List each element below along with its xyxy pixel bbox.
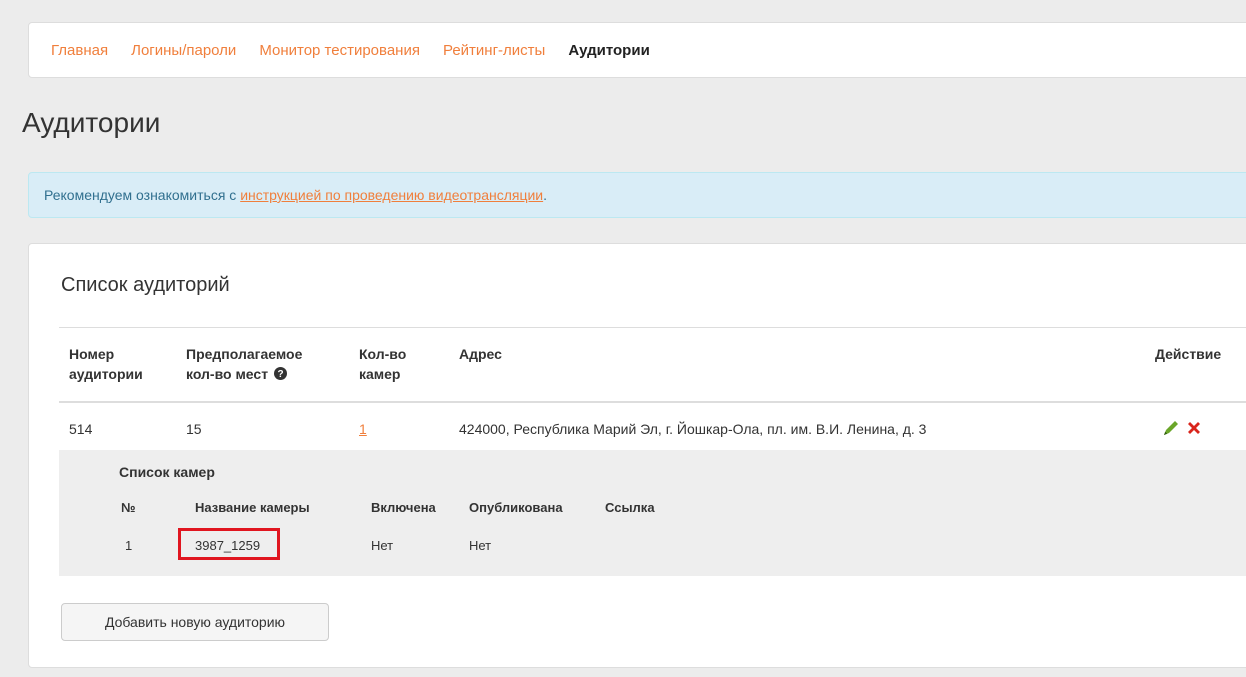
nav-item-logins[interactable]: Логины/пароли	[131, 42, 236, 59]
cameras-count-link[interactable]: 1	[359, 421, 367, 437]
page-title: Аудитории	[22, 107, 161, 138]
cell-room-number: 514	[69, 421, 93, 437]
table-header-divider	[59, 401, 1246, 403]
camera-column-published: Опубликована	[469, 500, 563, 515]
info-alert: Рекомендуем ознакомиться с инструкцией п…	[28, 172, 1246, 218]
camera-cell-number: 1	[125, 538, 133, 553]
column-header-seats: Предполагаемое кол-во мест ?	[186, 346, 303, 382]
cell-seats: 15	[186, 421, 202, 437]
pencil-icon[interactable]	[1161, 418, 1181, 438]
top-nav: Главная Логины/пароли Монитор тестирован…	[28, 22, 1246, 78]
column-header-actions: Действие	[1155, 346, 1222, 362]
camera-column-link: Ссылка	[605, 500, 655, 515]
alert-text: Рекомендуем ознакомиться с	[44, 187, 241, 203]
nav-item-test-monitor[interactable]: Монитор тестирования	[259, 42, 420, 59]
nav-item-rooms[interactable]: Аудитории	[568, 42, 649, 59]
alert-text-end: .	[543, 187, 548, 203]
column-header-room-number: Номер аудитории	[69, 346, 143, 382]
nav-item-rating-lists[interactable]: Рейтинг-листы	[443, 42, 545, 59]
camera-list-title: Список камер	[119, 464, 215, 480]
camera-cell-enabled: Нет	[371, 538, 394, 553]
rooms-panel: Список аудиторий Номер аудитории Предпол…	[28, 243, 1246, 668]
highlight-box	[178, 528, 280, 560]
camera-column-name: Название камеры	[195, 500, 310, 515]
camera-list: Список камер № Название камеры Включена …	[59, 450, 1246, 576]
camera-cell-published: Нет	[469, 538, 492, 553]
svg-text:?: ?	[277, 369, 283, 380]
cross-icon[interactable]	[1184, 418, 1204, 438]
table-top-divider	[59, 327, 1246, 328]
panel-title: Список аудиторий	[61, 274, 230, 296]
cell-address: 424000, Республика Марий Эл, г. Йошкар-О…	[459, 421, 927, 437]
camera-column-number: №	[121, 500, 136, 515]
column-header-address: Адрес	[459, 346, 502, 362]
camera-column-enabled: Включена	[371, 500, 436, 515]
nav-item-home[interactable]: Главная	[51, 42, 108, 59]
column-header-cameras-count: Кол-во камер	[359, 346, 407, 382]
add-room-button[interactable]: Добавить новую аудиторию	[61, 603, 329, 641]
instruction-link[interactable]: инструкцией по проведению видеотрансляци…	[240, 187, 543, 203]
question-circle-icon[interactable]: ?	[273, 367, 287, 380]
